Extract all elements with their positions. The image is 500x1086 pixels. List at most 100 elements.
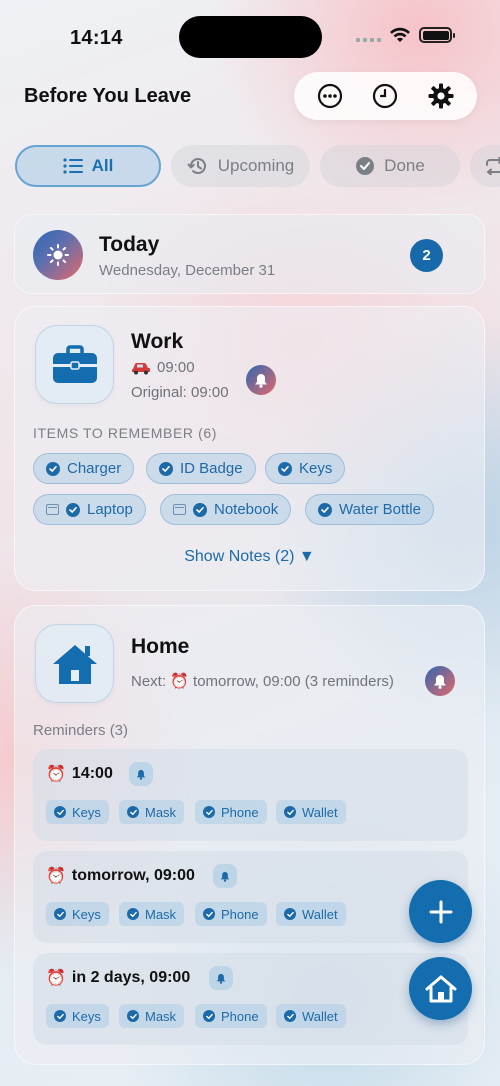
status-bar: 14:14 [0,0,500,76]
item-tag-water-bottle[interactable]: Water Bottle [305,494,434,525]
item-tag-keys[interactable]: Keys [265,453,346,484]
check-icon [159,461,173,476]
status-time: 14:14 [70,27,123,49]
page-title: Before You Leave [24,85,192,107]
tag-label: Wallet [302,906,338,922]
tag-label: Mask [145,906,177,922]
status-icons [356,27,455,43]
reminder-time: ⏰ 14:00 [46,764,113,784]
reminder-time-text: in 2 days, 09:00 [71,969,191,986]
alarm-clock-icon: ⏰ [46,868,66,885]
check-icon [127,1010,139,1022]
signal-icon [356,28,381,42]
reminder-item-tag: Phone [195,800,267,824]
work-notification-button[interactable] [246,365,276,395]
bell-icon[interactable] [209,966,233,990]
reminder-item-tag: Wallet [276,1004,346,1028]
check-icon [46,461,60,476]
tag-label: Phone [221,804,259,820]
check-icon [278,461,292,476]
check-icon [203,1010,215,1022]
alarm-clock-icon: ⏰ [46,766,66,783]
item-tag-id-badge[interactable]: ID Badge [146,453,256,484]
work-original-time: Original: 09:00 [131,384,229,401]
home-icon [425,975,456,1002]
show-notes-button[interactable]: Show Notes (2) ▼ [15,548,484,566]
tag-label: Keys [72,1008,101,1024]
item-tag-notebook[interactable]: Notebook [160,494,292,525]
plus-icon [429,900,452,923]
work-title: Work [131,330,184,353]
tag-label: Phone [221,1008,259,1024]
check-icon [193,502,207,517]
home-button[interactable] [409,957,472,1020]
more-button[interactable] [310,76,350,116]
battery-icon [419,27,455,43]
today-count-badge: 2 [410,239,443,272]
item-label: Keys [299,460,333,477]
sun-icon [33,230,83,280]
reminders-label: Reminders (3) [33,722,129,739]
tag-label: Keys [72,804,101,820]
car-icon [132,362,150,374]
reminder-item-tag: Keys [46,902,109,926]
more-icon [317,83,342,109]
filter-repeat[interactable] [470,145,500,187]
reminder-item-tag: Phone [195,902,267,926]
work-location-card[interactable]: Work 09:00 Original: 09:00 ITEMS TO REME… [14,306,485,591]
check-icon [127,908,139,920]
list-icon [63,158,83,174]
history-icon [187,158,206,174]
reminder-item-tag: Wallet [276,800,346,824]
tag-label: Mask [145,1008,177,1024]
filter-all[interactable]: All [15,145,161,187]
reminder-time: ⏰ tomorrow, 09:00 [46,866,195,886]
repeat-icon [486,157,500,175]
bell-icon[interactable] [129,762,153,786]
filter-done-label: Done [384,156,425,175]
bell-icon[interactable] [213,864,237,888]
clock-icon [373,83,398,109]
history-button[interactable] [365,76,405,116]
tag-label: Wallet [302,804,338,820]
reminder-item-tag: Mask [119,902,185,926]
check-icon [203,908,215,920]
check-icon [203,806,215,818]
reminder-item-tag: Phone [195,1004,267,1028]
today-title: Today [99,233,160,256]
today-header-card: Today Wednesday, December 31 2 [14,214,485,294]
alarm-clock-icon: ⏰ [46,970,66,987]
bell-icon [255,373,267,388]
tag-label: Keys [72,906,101,922]
reminder-row[interactable]: ⏰ in 2 days, 09:00 Keys Mask Phone Walle… [33,953,468,1045]
check-icon [54,908,66,920]
add-button[interactable] [409,880,472,943]
today-date: Wednesday, December 31 [99,262,276,279]
home-notification-button[interactable] [425,666,455,696]
check-icon [127,806,139,818]
reminder-item-tag: Mask [119,1004,185,1028]
settings-button[interactable] [421,76,461,116]
filter-upcoming-label: Upcoming [217,156,295,175]
reminder-row[interactable]: ⏰ 14:00 Keys Mask Phone Wallet [33,749,468,841]
top-toolbar [294,72,477,120]
filter-all-label: All [91,156,114,175]
reminder-time: ⏰ in 2 days, 09:00 [46,968,190,988]
work-time-text: 09:00 [157,359,195,376]
check-icon [284,908,296,920]
item-tag-laptop[interactable]: Laptop [33,494,146,525]
bell-icon [434,674,446,689]
filter-upcoming[interactable]: Upcoming [171,145,310,187]
work-departure-time: 09:00 [131,359,195,376]
briefcase-icon [35,325,114,404]
items-to-remember-label: ITEMS TO REMEMBER (6) [33,425,217,441]
reminder-item-tag: Keys [46,1004,109,1028]
reminder-row[interactable]: ⏰ tomorrow, 09:00 Keys Mask Phone Wallet [33,851,468,943]
item-tag-charger[interactable]: Charger [33,453,135,484]
calendar-icon [46,504,59,515]
filter-done[interactable]: Done [320,145,460,187]
check-icon [318,502,332,517]
check-icon [284,1010,296,1022]
dynamic-island [179,16,322,58]
home-next-reminder: Next: ⏰ tomorrow, 09:00 (3 reminders) [131,673,394,690]
